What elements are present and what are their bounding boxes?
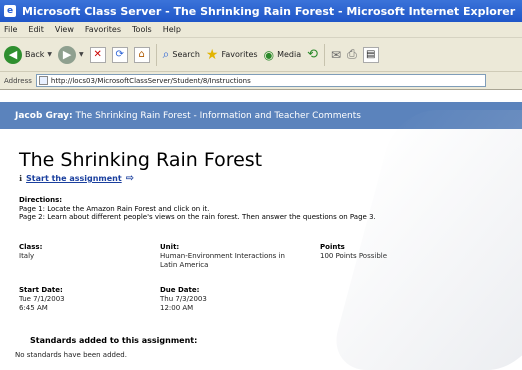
search-label: Search — [172, 50, 200, 59]
due-date: Thu 7/3/2003 — [160, 295, 207, 303]
toolbar-divider — [155, 43, 157, 66]
address-input[interactable]: http://locs03/MicrosoftClassServer/Stude… — [35, 74, 486, 87]
star-icon: ★ — [205, 46, 219, 63]
refresh-icon[interactable]: ⟳ — [111, 46, 128, 63]
start-assignment-link[interactable]: ℹ Start the assignment ⇨ — [19, 173, 134, 184]
stop-icon[interactable]: ✕ — [89, 46, 106, 63]
start-date-label: Start Date: — [19, 286, 63, 294]
banner-user: Jacob Gray: — [15, 110, 73, 121]
menu-edit[interactable]: Edit — [28, 25, 44, 34]
address-label: Address — [4, 76, 32, 85]
mail-icon[interactable]: ✉ — [331, 48, 341, 62]
media-label: Media — [277, 50, 302, 59]
menu-help[interactable]: Help — [163, 25, 181, 34]
print-icon[interactable]: ⎙ — [347, 47, 357, 62]
directions-line: Page 1: Locate the Amazon Rain Forest an… — [19, 204, 210, 213]
favorites-label: Favorites — [221, 50, 258, 59]
title-bar: e Microsoft Class Server - The Shrinking… — [0, 0, 522, 22]
class-label: Class: — [19, 243, 43, 251]
menu-tools[interactable]: Tools — [132, 25, 152, 34]
address-url: http://locs03/MicrosoftClassServer/Stude… — [50, 76, 251, 85]
forward-arrow-icon: ▶ — [58, 45, 77, 64]
due-time: 12:00 AM — [160, 303, 194, 312]
media-icon: ◉ — [263, 47, 275, 62]
ie-window-icon: e — [4, 5, 16, 17]
menu-bar: File Edit View Favorites Tools Help — [0, 22, 522, 38]
info-icon: ℹ — [19, 174, 23, 183]
directions-line: Page 2: Learn about different people's v… — [19, 213, 376, 221]
unit-value: Human-Environment Interactions in Latin … — [160, 252, 285, 269]
back-arrow-icon: ◀ — [4, 45, 22, 64]
unit-label: Unit: — [160, 243, 180, 251]
start-date: Tue 7/1/2003 — [19, 295, 65, 303]
back-label: Back — [25, 50, 45, 59]
directions-section: Directions: Page 1: Locate the Amazon Ra… — [19, 196, 376, 222]
start-date-value: Tue 7/1/2003 6:45 AM — [19, 295, 65, 312]
history-icon[interactable]: ⟲ — [307, 47, 318, 62]
address-bar: Address http://locs03/MicrosoftClassServ… — [0, 72, 522, 90]
edit-icon[interactable]: ▤ — [362, 46, 379, 63]
chevron-down-icon: ▼ — [47, 51, 53, 58]
standards-value: No standards have been added. — [15, 351, 127, 359]
menu-file[interactable]: File — [4, 25, 17, 34]
back-button[interactable]: ◀ Back ▼ — [4, 45, 53, 64]
banner-text: The Shrinking Rain Forest - Information … — [75, 110, 361, 121]
media-button[interactable]: ◉ Media — [264, 48, 302, 62]
start-assignment-label: Start the assignment — [26, 174, 122, 183]
page-icon — [38, 76, 48, 85]
chevron-down-icon: ▼ — [79, 51, 84, 58]
forward-button[interactable]: ▶ ▼ — [58, 45, 84, 64]
search-button[interactable]: ⌕ Search — [163, 47, 200, 62]
toolbar: ◀ Back ▼ ▶ ▼ ✕ ⟳ ⌂ ⌕ Search ★ Favorites … — [0, 38, 522, 72]
menu-favorites[interactable]: Favorites — [85, 25, 121, 34]
unit-value-line: Human-Environment Interactions in — [160, 252, 285, 260]
window-title: Microsoft Class Server - The Shrinking R… — [22, 4, 516, 18]
standards-label: Standards added to this assignment: — [30, 336, 198, 345]
toolbar-divider — [324, 43, 326, 66]
search-icon: ⌕ — [162, 47, 170, 61]
class-value: Italy — [19, 252, 35, 260]
due-date-label: Due Date: — [160, 286, 200, 294]
arrow-right-icon: ⇨ — [125, 173, 135, 184]
menu-view[interactable]: View — [55, 25, 74, 34]
home-icon[interactable]: ⌂ — [133, 46, 150, 63]
unit-value-line: Latin America — [160, 260, 209, 269]
favorites-button[interactable]: ★ Favorites — [206, 47, 258, 63]
due-date-value: Thu 7/3/2003 12:00 AM — [160, 295, 207, 312]
points-label: Points — [320, 243, 345, 251]
page-title: The Shrinking Rain Forest — [19, 149, 263, 171]
start-time: 6:45 AM — [19, 303, 48, 312]
directions-label: Directions: — [19, 196, 63, 204]
